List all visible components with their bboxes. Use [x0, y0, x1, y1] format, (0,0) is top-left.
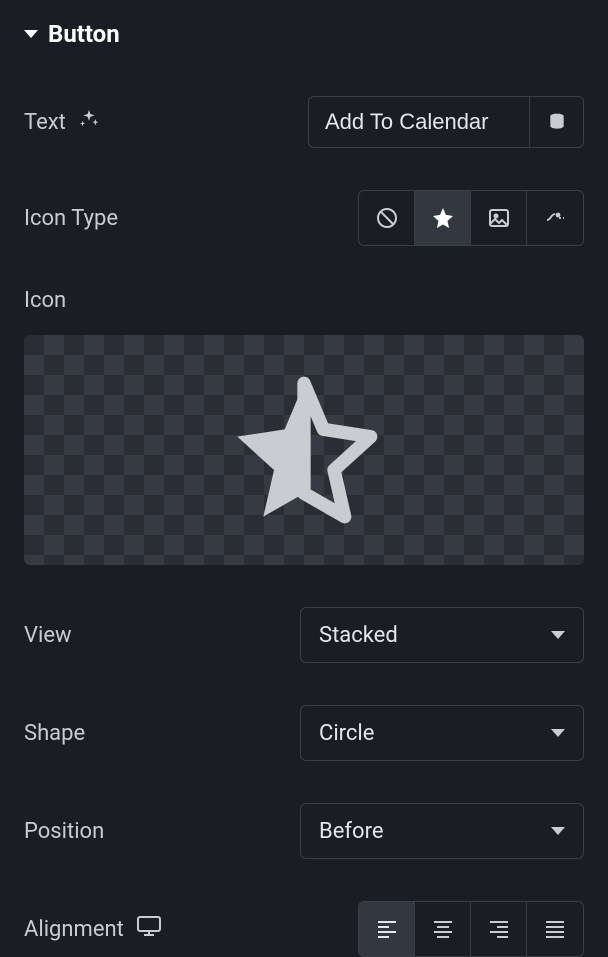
icon-type-segmented	[358, 190, 584, 246]
chevron-down-icon	[551, 827, 565, 835]
label-position: Position	[24, 819, 104, 844]
label-icon-type: Icon Type	[24, 206, 118, 231]
align-right[interactable]	[471, 902, 527, 956]
chevron-down-icon	[551, 729, 565, 737]
icon-type-none[interactable]	[359, 191, 415, 245]
image-icon	[487, 206, 511, 230]
select-shape-value: Circle	[319, 721, 374, 746]
select-position-value: Before	[319, 819, 384, 844]
align-justify-icon	[543, 919, 567, 939]
database-icon	[547, 112, 567, 132]
select-view[interactable]: Stacked	[300, 607, 584, 663]
star-half-icon	[224, 370, 384, 530]
select-position[interactable]: Before	[300, 803, 584, 859]
align-left-icon	[375, 919, 399, 939]
icon-picker[interactable]	[24, 335, 584, 565]
select-shape[interactable]: Circle	[300, 705, 584, 761]
align-right-icon	[487, 919, 511, 939]
desktop-icon[interactable]	[136, 915, 162, 943]
align-justify[interactable]	[527, 902, 583, 956]
label-shape: Shape	[24, 721, 85, 746]
label-icon: Icon	[24, 288, 584, 313]
label-alignment: Alignment	[24, 915, 162, 943]
icon-type-icon[interactable]	[415, 191, 471, 245]
align-center-icon	[431, 919, 455, 939]
label-text: Text	[24, 108, 100, 136]
text-input[interactable]	[308, 96, 530, 148]
label-alignment-value: Alignment	[24, 917, 124, 942]
select-view-value: Stacked	[319, 623, 398, 648]
section-title: Button	[48, 20, 120, 48]
lottie-icon	[543, 206, 567, 230]
icon-type-image[interactable]	[471, 191, 527, 245]
star-icon	[431, 206, 455, 230]
alignment-segmented	[358, 901, 584, 957]
dynamic-tags-button[interactable]	[530, 96, 584, 148]
label-view: View	[24, 623, 72, 648]
align-center[interactable]	[415, 902, 471, 956]
sparkle-icon	[78, 108, 100, 136]
label-text-value: Text	[24, 110, 66, 135]
ban-icon	[375, 206, 399, 230]
align-left[interactable]	[359, 902, 415, 956]
chevron-down-icon	[551, 631, 565, 639]
section-header-button[interactable]: Button	[24, 20, 584, 48]
icon-type-lottie[interactable]	[527, 191, 583, 245]
caret-down-icon	[24, 30, 38, 38]
